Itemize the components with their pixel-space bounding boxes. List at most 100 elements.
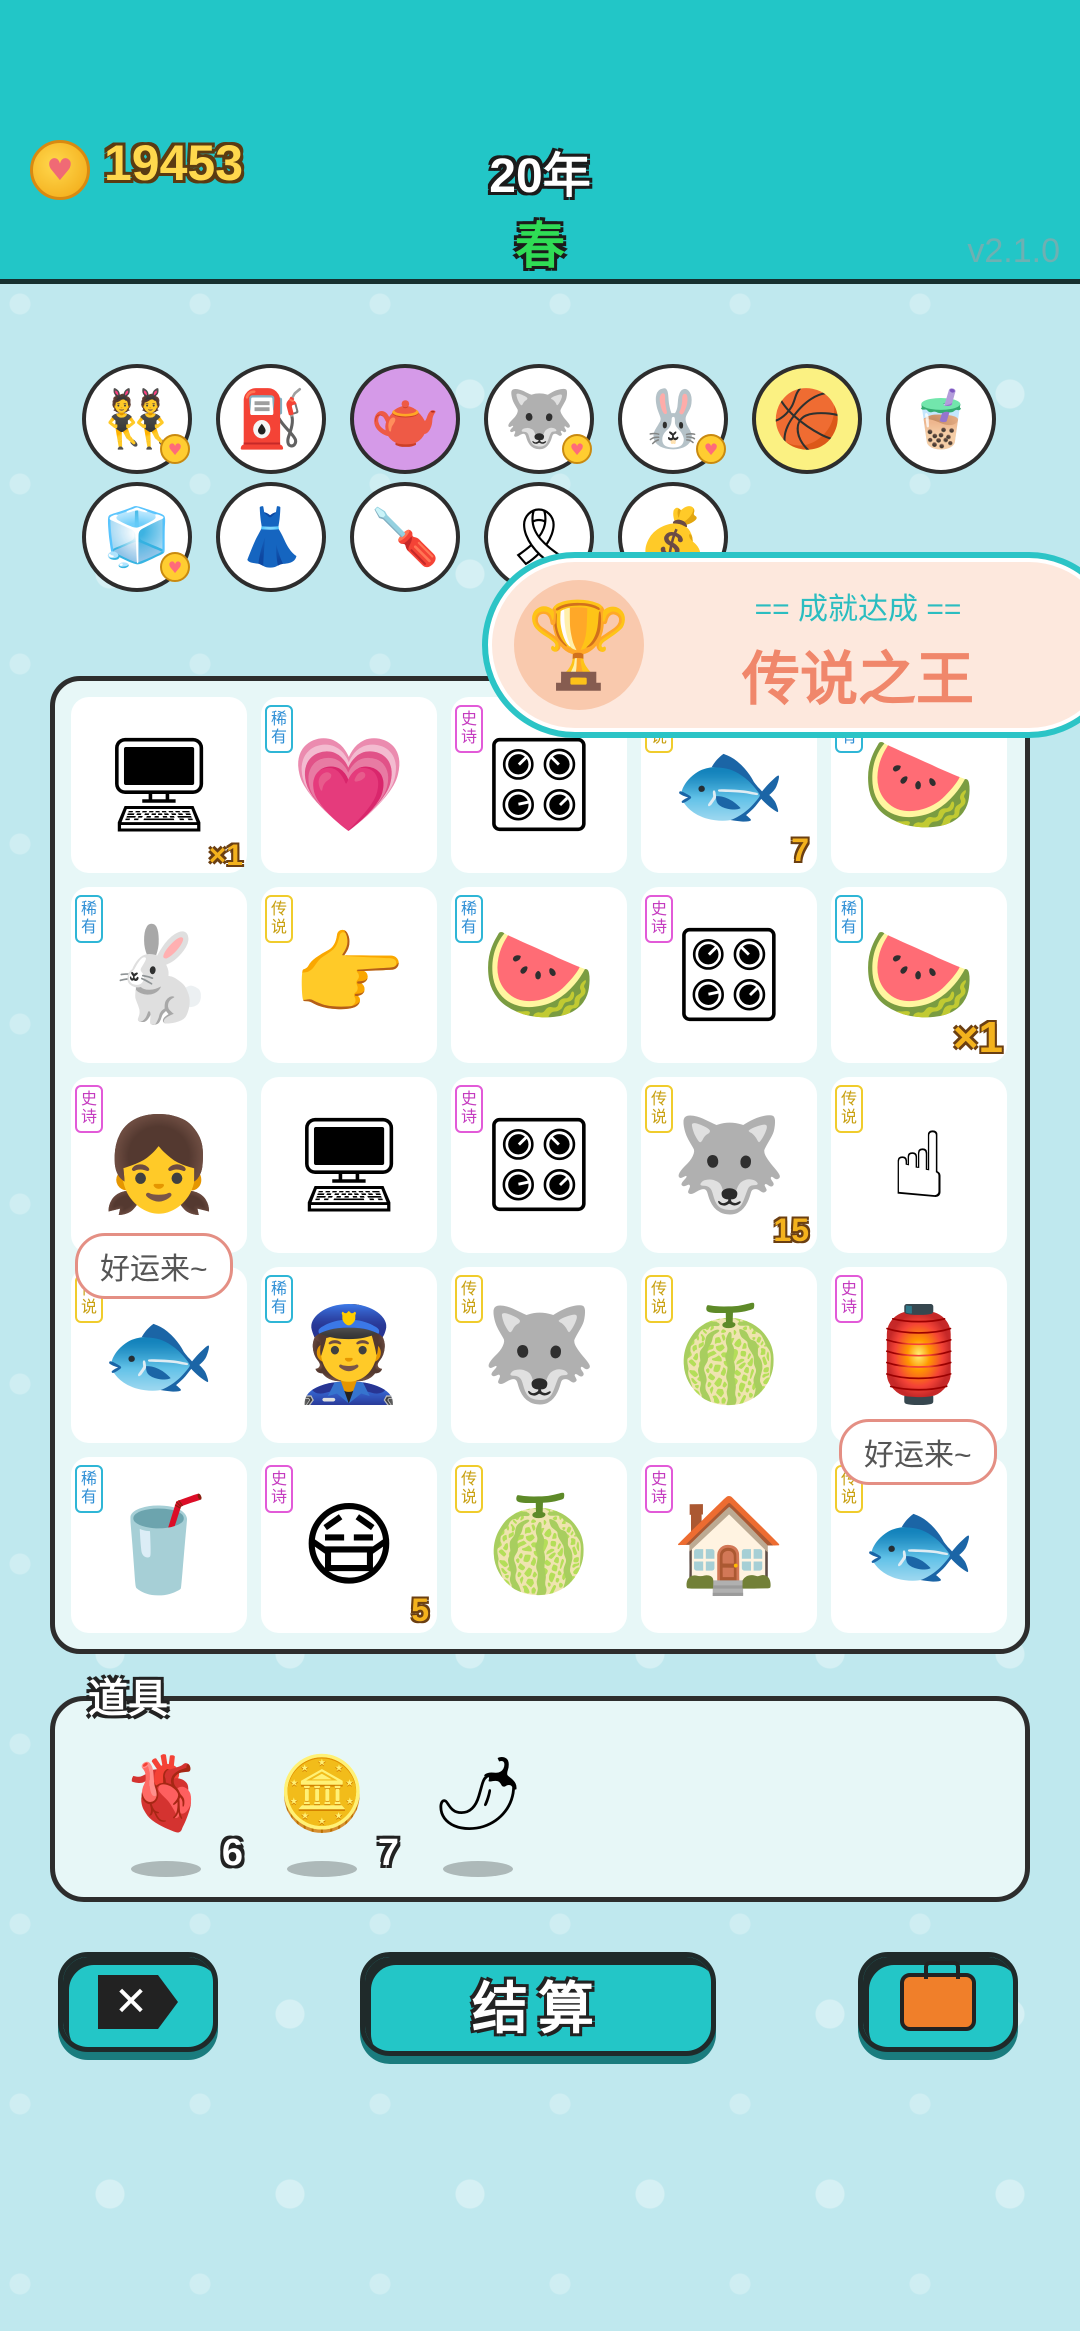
heart-badge-icon: ♥ [160,434,190,464]
bag-button[interactable] [858,1952,1018,2052]
gravy-boat-icon[interactable]: 🫖 [350,364,460,474]
twins-icon[interactable]: 👯 ♥ [82,364,192,474]
rarity-tag: 史诗 [75,1085,103,1133]
haunted-house-icon: 🏠 [671,1491,787,1598]
board-cell[interactable]: 🍈 传说 [641,1267,817,1443]
gpu-icon: 🎛 [480,731,598,838]
rabbit-icon[interactable]: 🐰 ♥ [618,364,728,474]
board-cell[interactable]: 🐇 稀有 [71,887,247,1063]
heart-coin-icon: ♥ [30,140,90,200]
settle-label: 结算 [472,1976,604,2040]
board-cell[interactable]: 🐺 传说 [451,1267,627,1443]
item-count: 5 [411,1592,429,1628]
husky-cat-icon[interactable]: 🐺 ♥ [484,364,594,474]
rarity-tag: 传说 [645,1275,673,1323]
speech-bubble: 好运来~ [75,1233,233,1299]
rarity-tag: 稀有 [75,1465,103,1513]
koi-icon: 🐟 [101,1301,217,1408]
board-cell[interactable]: ☝ 传说 [831,1077,1007,1253]
board-cell[interactable]: 😷 史诗 5 [261,1457,437,1633]
board-cell[interactable]: 🏠 史诗 [641,1457,817,1633]
props-title: 道具 [88,1677,168,1721]
husky-king-icon: 🐺 [481,1301,597,1408]
rabbit-icon: 🐇 [101,921,217,1028]
husky-king-icon: 🐺 [671,1111,787,1218]
watermelon-icon: 🍈 [481,1491,597,1598]
gpu-icon: 🎛 [480,1111,598,1218]
sugar-cubes-icon[interactable]: 🧊 ♥ [82,482,192,592]
basketballs-icon[interactable]: 🏀 [752,364,862,474]
rarity-tag: 史诗 [645,1465,673,1513]
pointing-hand-icon: 👉 [291,921,407,1028]
skirt-icon[interactable]: 👗 [216,482,326,592]
rarity-tag: 史诗 [455,1085,483,1133]
chili-icon: 🌶 [432,1751,524,1835]
briefcase-icon [900,1961,976,2031]
achievement-subtitle: == 成就达成 == [754,593,962,626]
board-cell[interactable]: 🎛 史诗 [451,1077,627,1253]
prop-shadow [131,1861,201,1877]
prop-item[interactable]: 🌶 [423,1751,533,1877]
item-count: 7 [791,832,809,868]
prop-shadow [443,1861,513,1877]
rarity-tag: 稀有 [265,1275,293,1323]
watermelon-slice-icon: 🍉 [861,731,977,838]
milk-tea-icon[interactable]: 🧋 [886,364,996,474]
board-cell[interactable]: 🏮 史诗 [831,1267,1007,1443]
rarity-tag: 稀有 [455,895,483,943]
multiplier-label: ×1 [952,1013,1003,1062]
rarity-tag: 史诗 [455,705,483,753]
koi-icon: 🐟 [671,731,787,838]
rarity-tag: 传说 [645,1085,673,1133]
trophy-icon: 🏆 [514,580,644,710]
speech-bubble: 好运来~ [839,1419,997,1485]
board-cell[interactable]: 👧 史诗 [71,1077,247,1253]
police-icon: 👮 [291,1301,407,1408]
board-cell[interactable]: 🖥 ×1 [71,697,247,873]
item-count: 15 [773,1212,809,1248]
rarity-tag: 传说 [835,1085,863,1133]
top-bar: ♥ 19453 20年 春 v2.1.0 [0,0,1080,284]
milk-tea-icon: 🥤 [101,1491,217,1598]
heart-badge-icon: ♥ [160,552,190,582]
close-button[interactable]: ✕ [58,1952,218,2052]
board-cell[interactable]: 👮 稀有 [261,1267,437,1443]
rarity-tag: 传说 [265,895,293,943]
season-label: 春 [515,218,565,274]
prop-count: 6 [221,1832,243,1874]
version-label: v2.1.0 [967,232,1060,270]
year-label: 20年 [489,150,591,203]
finger-up-icon: ☝ [890,1111,948,1219]
rarity-tag: 传说 [455,1465,483,1513]
liver-icon: 🫀 [121,1751,211,1835]
board-cell[interactable]: 🍉 稀有 ×1 [831,887,1007,1063]
rarity-tag: 稀有 [835,895,863,943]
masked-man-icon: 😷 [301,1491,397,1599]
board-cell[interactable]: 🍉稀有 [451,887,627,1063]
settle-button[interactable]: 结算 [360,1952,716,2056]
monitor-broken-icon: 🖥 [100,731,218,838]
board-cell[interactable]: 💗 稀有 [261,697,437,873]
board-cell[interactable]: 🥤 稀有 [71,1457,247,1633]
board-cell[interactable]: 🎛 史诗 [641,887,817,1063]
pump-icon[interactable]: ⛽ [216,364,326,474]
watermelon-icon: 🍈 [671,1301,787,1408]
board-cell[interactable]: 🖥 [261,1077,437,1253]
prop-item[interactable]: 🪙 7 [267,1751,399,1877]
heart-icon: 💗 [291,731,407,838]
prop-shadow [287,1861,357,1877]
slot-board: 🖥×1💗稀有🎛史诗🐟传说7🍉稀有🐇稀有👉传说🍉稀有🎛史诗🍉稀有×1👧史诗🖥🎛史诗… [50,676,1030,1654]
rarity-tag: 史诗 [645,895,673,943]
rarity-tag: 稀有 [75,895,103,943]
props-panel: 🫀 6 🪙 7 🌶 [50,1696,1030,1902]
screwdriver-icon[interactable]: 🪛 [350,482,460,592]
gpu-icon: 🎛 [670,921,788,1028]
girl-icon: 👧 [101,1111,217,1218]
prop-item[interactable]: 🫀 6 [111,1751,243,1877]
rarity-tag: 传说 [455,1275,483,1323]
achievement-banner: 🏆 == 成就达成 == 传说之王 [482,552,1080,738]
board-cell[interactable]: 🐺 传说 15 [641,1077,817,1253]
board-cell[interactable]: 🍈 传说 [451,1457,627,1633]
board-cell[interactable]: 👉 传说 [261,887,437,1063]
prop-count: 7 [377,1832,399,1874]
